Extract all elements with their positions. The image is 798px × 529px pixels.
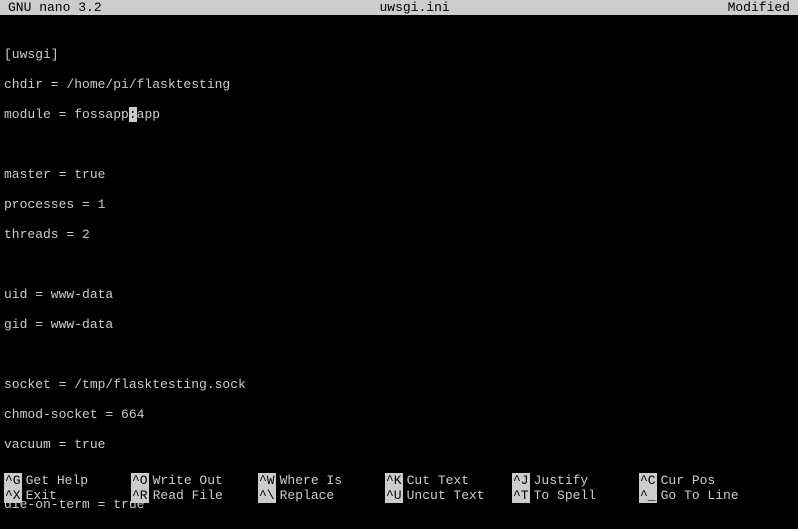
shortcut-to-spell[interactable]: ^T To Spell <box>512 488 639 503</box>
shortcut-key: ^G <box>4 473 22 488</box>
shortcut-justify[interactable]: ^J Justify <box>512 473 639 488</box>
shortcut-key: ^_ <box>639 488 657 503</box>
shortcut-label: Where Is <box>280 473 342 488</box>
shortcut-cur-pos[interactable]: ^C Cur Pos <box>639 473 766 488</box>
shortcut-label: To Spell <box>534 488 596 503</box>
editor-line: master = true <box>4 152 794 182</box>
shortcut-label: Replace <box>280 488 335 503</box>
editor-line: vacuum = true <box>4 422 794 452</box>
editor-line <box>4 332 794 362</box>
editor-line: threads = 2 <box>4 212 794 242</box>
shortcut-uncut-text[interactable]: ^U Uncut Text <box>385 488 512 503</box>
filename: uwsgi.ini <box>102 0 728 15</box>
shortcut-row: ^X Exit ^R Read File ^\ Replace ^U Uncut… <box>4 488 794 503</box>
shortcut-row: ^G Get Help ^O Write Out ^W Where Is ^K … <box>4 473 794 488</box>
shortcut-label: Cur Pos <box>661 473 716 488</box>
cursor: : <box>129 107 137 122</box>
shortcut-replace[interactable]: ^\ Replace <box>258 488 385 503</box>
shortcut-cut-text[interactable]: ^K Cut Text <box>385 473 512 488</box>
shortcut-label: Get Help <box>26 473 88 488</box>
shortcut-get-help[interactable]: ^G Get Help <box>4 473 131 488</box>
editor-line <box>4 242 794 272</box>
shortcut-key: ^R <box>131 488 149 503</box>
shortcut-key: ^W <box>258 473 276 488</box>
editor-line: [uwsgi] <box>4 32 794 62</box>
shortcut-key: ^\ <box>258 488 276 503</box>
editor-line: processes = 1 <box>4 182 794 212</box>
shortcut-label: Write Out <box>153 473 223 488</box>
shortcut-key: ^T <box>512 488 530 503</box>
shortcut-label: Read File <box>153 488 223 503</box>
editor-line: socket = /tmp/flasktesting.sock <box>4 362 794 392</box>
editor-line: chmod-socket = 664 <box>4 392 794 422</box>
editor-line <box>4 122 794 152</box>
title-bar: GNU nano 3.2 uwsgi.ini Modified <box>0 0 798 15</box>
shortcut-label: Uncut Text <box>407 488 485 503</box>
editor-line: uid = www-data <box>4 272 794 302</box>
shortcut-label: Go To Line <box>661 488 739 503</box>
modified-status: Modified <box>728 0 796 15</box>
shortcut-label: Cut Text <box>407 473 469 488</box>
shortcut-label: Exit <box>26 488 57 503</box>
editor-line: module = fossapp:app <box>4 92 794 122</box>
shortcut-key: ^O <box>131 473 149 488</box>
shortcut-read-file[interactable]: ^R Read File <box>131 488 258 503</box>
shortcut-key: ^K <box>385 473 403 488</box>
shortcut-go-to-line[interactable]: ^_ Go To Line <box>639 488 766 503</box>
shortcut-where-is[interactable]: ^W Where Is <box>258 473 385 488</box>
editor-line: chdir = /home/pi/flasktesting <box>4 62 794 92</box>
shortcut-write-out[interactable]: ^O Write Out <box>131 473 258 488</box>
editor-area[interactable]: [uwsgi] chdir = /home/pi/flasktesting mo… <box>0 15 798 529</box>
editor-line: gid = www-data <box>4 302 794 332</box>
app-name: GNU nano 3.2 <box>2 0 102 15</box>
shortcut-key: ^X <box>4 488 22 503</box>
shortcut-key: ^U <box>385 488 403 503</box>
shortcut-exit[interactable]: ^X Exit <box>4 488 131 503</box>
shortcut-key: ^J <box>512 473 530 488</box>
shortcut-label: Justify <box>534 473 589 488</box>
shortcuts-bar: ^G Get Help ^O Write Out ^W Where Is ^K … <box>4 473 794 503</box>
shortcut-key: ^C <box>639 473 657 488</box>
